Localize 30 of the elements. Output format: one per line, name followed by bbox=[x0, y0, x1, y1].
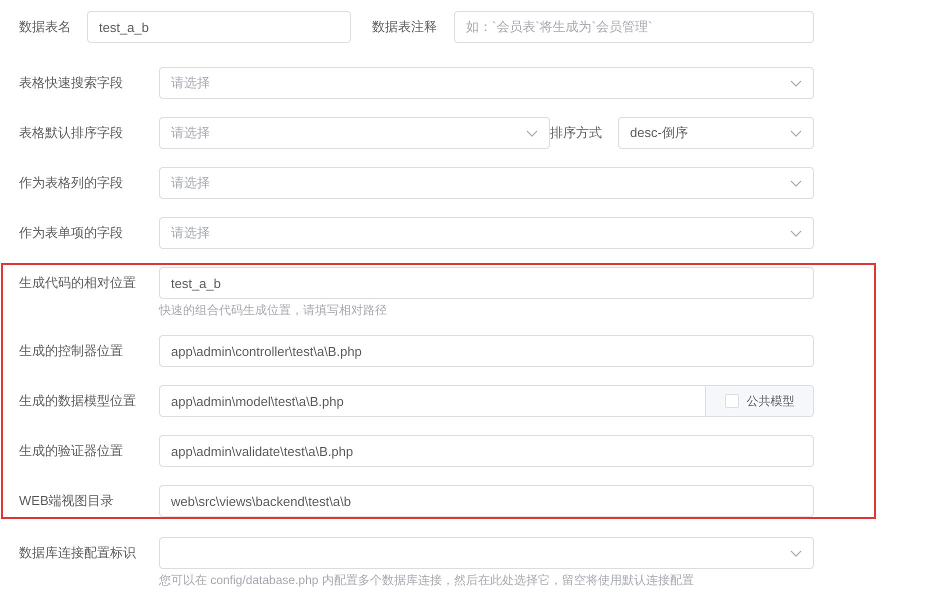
field-label: 作为表单项的字段 bbox=[19, 224, 124, 242]
field-label: 生成代码的相对位置 bbox=[19, 274, 137, 292]
text-field[interactable]: web\src\views\backend\test\a\b bbox=[159, 485, 814, 517]
field-label: 表格默认排序字段 bbox=[19, 124, 124, 142]
field-label: 作为表格列的字段 bbox=[19, 174, 124, 192]
field-label: 数据表注释 bbox=[372, 18, 438, 36]
field-label: 数据库连接配置标识 bbox=[19, 544, 137, 562]
chevron-down-icon bbox=[790, 180, 802, 186]
text-field[interactable]: test_a_b bbox=[87, 11, 351, 43]
chevron-down-icon bbox=[790, 230, 802, 236]
text-field[interactable]: app\admin\controller\test\a\B.php bbox=[159, 335, 814, 367]
chevron-down-icon bbox=[790, 550, 802, 556]
text-field[interactable]: app\admin\validate\test\a\B.php bbox=[159, 435, 814, 467]
checkbox-addon[interactable]: 公共模型 bbox=[706, 385, 814, 417]
chevron-down-icon bbox=[790, 80, 802, 86]
field-label: 生成的验证器位置 bbox=[19, 442, 124, 460]
checkbox[interactable] bbox=[724, 394, 738, 408]
field-label: 生成的控制器位置 bbox=[19, 342, 124, 360]
field-label: 生成的数据模型位置 bbox=[19, 392, 137, 410]
field-label: 排序方式 bbox=[550, 124, 603, 142]
hint-text: 您可以在 config/database.php 内配置多个数据库连接，然后在此处选择它，留空将使用默认连接配置 bbox=[159, 572, 695, 589]
field-label: WEB端视图目录 bbox=[19, 492, 115, 510]
chevron-down-icon bbox=[790, 130, 802, 136]
select-field[interactable]: desc-倒序 bbox=[618, 117, 814, 149]
field-label: 数据表名 bbox=[19, 18, 72, 36]
text-field[interactable]: test_a_b bbox=[159, 267, 814, 299]
field-label: 表格快速搜索字段 bbox=[19, 74, 124, 92]
hint-text: 快速的组合代码生成位置，请填写相对路径 bbox=[159, 302, 388, 319]
chevron-down-icon bbox=[526, 130, 538, 136]
text-field[interactable]: app\admin\model\test\a\B.php bbox=[159, 385, 706, 417]
